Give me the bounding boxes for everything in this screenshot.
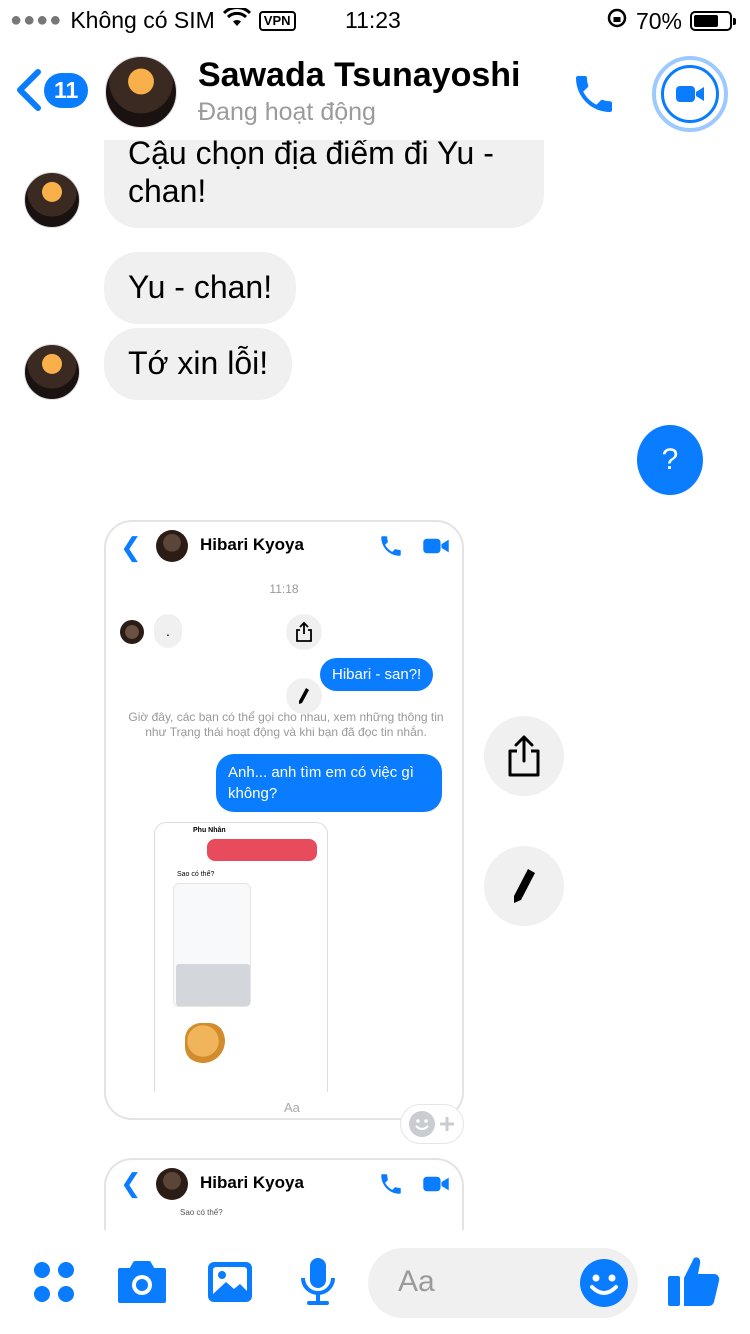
shared-image-screenshot[interactable]: ❮ Hibari Kyoya 11:18 . Hibari - san?! Gi… [104, 520, 464, 1120]
edit-button[interactable] [484, 846, 564, 926]
contact-name[interactable]: Sawada Tsunayoshi [198, 56, 520, 95]
message-bubble-incoming[interactable]: Yu - chan! [104, 252, 297, 324]
voice-call-button[interactable] [566, 66, 622, 122]
share-icon [508, 735, 540, 777]
phone-icon [381, 1174, 401, 1194]
video-call-button[interactable] [652, 56, 728, 132]
contact-avatar[interactable] [105, 56, 177, 128]
battery-icon [690, 11, 736, 31]
chevron-left-icon [17, 69, 41, 111]
carrier-label: Không có SIM [70, 7, 215, 33]
nested-contact-name: Phu Nhân [193, 827, 226, 834]
vpn-badge: VPN [258, 10, 296, 31]
keyboard-image [176, 964, 250, 1006]
phone-icon [576, 76, 612, 112]
share-icon [286, 614, 322, 650]
screenshot-avatar [156, 1168, 188, 1200]
back-button[interactable]: 11 [14, 68, 89, 112]
screenshot-message-outgoing: Anh... anh tìm em có việc gì không? [216, 754, 442, 812]
smiley-icon [409, 1111, 435, 1137]
phone-icon [381, 536, 401, 556]
dog-sticker [185, 1023, 225, 1063]
thumbs-up-icon[interactable] [666, 1252, 722, 1308]
share-button[interactable] [484, 716, 564, 796]
video-camera-icon [423, 1176, 449, 1192]
screenshot-composer-placeholder: Aa [284, 1100, 300, 1115]
message-bubble-outgoing[interactable]: ? [637, 425, 703, 495]
video-camera-icon [423, 538, 449, 554]
microphone-icon[interactable] [298, 1256, 338, 1306]
emoji-icon[interactable] [578, 1257, 630, 1309]
status-bar: ●●●● Không có SIM VPN 11:23 70% [0, 0, 750, 40]
message-input-container [368, 1248, 638, 1318]
screenshot-message-outgoing: Hibari - san?! [320, 658, 434, 691]
gallery-icon[interactable] [206, 1260, 254, 1304]
chat-header: 11 Sawada Tsunayoshi Đang hoạt động [0, 40, 750, 140]
wifi-icon [222, 6, 251, 34]
nested-screenshot: Phu Nhân Sao có thể? [154, 822, 328, 1102]
sender-avatar[interactable] [24, 172, 80, 228]
video-camera-icon [676, 86, 704, 102]
signal-icon: ●●●● [10, 9, 63, 31]
nested-message: Sao có thể? [180, 1208, 223, 1217]
battery-percent: 70% [635, 7, 682, 34]
nested-red-bubble [207, 839, 317, 861]
chevron-left-icon: ❮ [120, 1168, 142, 1198]
pencil-icon [286, 678, 322, 714]
rotation-lock-icon [606, 7, 628, 35]
unread-badge: 11 [44, 72, 89, 108]
battery-level [694, 15, 718, 27]
message-bubble-incoming[interactable]: Tớ xin lỗi! [104, 328, 293, 400]
apps-grid-icon[interactable] [32, 1260, 76, 1304]
message-input[interactable] [398, 1262, 578, 1302]
screenshot-avatar [156, 530, 188, 562]
screenshot-system-notice: Giờ đây, các bạn có thể gọi cho nhau, xe… [128, 710, 444, 739]
screenshot-sender-avatar [120, 620, 144, 644]
camera-icon[interactable] [116, 1260, 168, 1304]
screenshot-timestamp: 11:18 [269, 582, 299, 596]
nested-inner-screenshot [173, 883, 251, 1007]
screenshot-header: ❮ Hibari Kyoya [106, 522, 462, 572]
plus-icon [440, 1117, 454, 1131]
pencil-icon [514, 869, 535, 903]
sender-avatar[interactable] [24, 344, 80, 400]
nested-message: Sao có thể? [177, 871, 215, 878]
screenshot-message-incoming: . [154, 614, 182, 648]
screenshot-contact-name: Hibari Kyoya [200, 1173, 304, 1192]
screenshot-contact-name: Hibari Kyoya [200, 535, 304, 554]
chevron-left-icon: ❮ [120, 532, 142, 562]
composer-bar [0, 1230, 750, 1334]
add-reaction-button[interactable] [400, 1104, 464, 1144]
clock: 11:23 [345, 7, 401, 33]
contact-status: Đang hoạt động [198, 98, 376, 126]
